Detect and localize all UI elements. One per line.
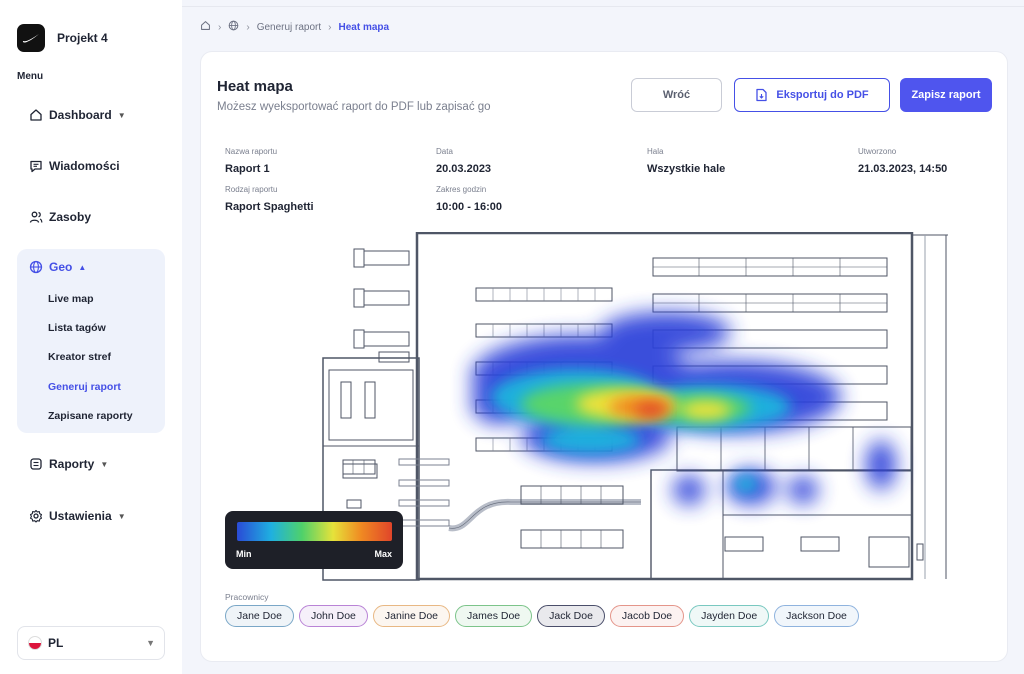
nav-settings-label: Ustawienia [49,509,112,523]
worker-chip[interactable]: John Doe [298,605,368,627]
chevron-up-icon: ▲ [78,262,87,272]
menu-label: Menu [17,71,44,82]
breadcrumb-current: Heat mapa [338,21,390,33]
chevron-down-icon: ▼ [146,638,155,648]
users-icon [29,210,43,224]
page-subtitle: Możesz wyeksportować raport do PDF lub z… [217,101,491,113]
globe-icon[interactable] [228,20,239,34]
floor-plan-heatmap [322,232,948,581]
chevron-down-icon: ▼ [100,459,109,469]
project-name: Projekt 4 [57,31,108,45]
worker-chip[interactable]: Jackson Doe [774,605,859,627]
hall-value: Wszystkie hale [647,163,726,175]
poland-flag-icon [28,636,42,650]
report-icon [29,457,43,471]
brand-logo-icon [17,24,45,52]
nav-reports[interactable]: Raporty ▼ [17,450,165,478]
report-card: Heat mapa Możesz wyeksportować raport do… [200,51,1008,662]
chevron-down-icon: ▼ [117,511,126,521]
worker-chip[interactable]: James Doe [455,605,533,627]
nav-geo[interactable]: Geo ▲ [29,260,86,274]
home-icon [29,108,43,122]
home-icon[interactable] [200,20,211,34]
created-label: Utworzono [858,147,897,156]
nav-geo-generate-report[interactable]: Generuj raport [48,381,121,393]
nav-dashboard-label: Dashboard [49,108,112,122]
nav-messages-label: Wiadomości [49,159,120,173]
nav-geo-live-map[interactable]: Live map [48,293,94,305]
sidebar: Projekt 4 Menu Dashboard ▼ Wiadomości Za… [0,0,182,674]
export-pdf-button[interactable]: Eksportuj do PDF [734,78,890,112]
nav-settings[interactable]: Ustawienia ▼ [17,502,165,530]
chevron-right-icon: › [218,21,222,33]
report-type-value: Raport Spaghetti [225,201,314,213]
nav-resources-label: Zasoby [49,210,92,224]
legend-gradient [237,522,392,541]
brand[interactable]: Projekt 4 [17,24,108,52]
nav-geo-tag-list[interactable]: Lista tagów [48,322,106,334]
hall-label: Hala [647,147,664,156]
breadcrumb: › › Generuj raport › Heat mapa [200,20,389,34]
worker-chips: Jane Doe John Doe Janine Doe James Doe J… [225,605,864,627]
date-value: 20.03.2023 [436,163,492,175]
nav-reports-label: Raporty [49,457,95,471]
worker-chip[interactable]: Jane Doe [225,605,294,627]
report-type-label: Rodzaj raportu [225,185,278,194]
nav-geo-saved-reports[interactable]: Zapisane raporty [48,410,133,422]
conveyor [398,458,641,532]
main-area: › › Generuj raport › Heat mapa Heat mapa… [182,0,1024,674]
date-label: Data [436,147,453,156]
save-report-button[interactable]: Zapisz raport [900,78,992,112]
nav-dashboard[interactable]: Dashboard ▼ [17,101,165,129]
created-value: 21.03.2023, 14:50 [858,163,948,175]
heat-overlay [471,312,896,505]
truck-docks [353,248,410,349]
nav-geo-zone-creator[interactable]: Kreator stref [48,351,111,363]
chevron-down-icon: ▼ [117,110,126,120]
nav-resources[interactable]: Zasoby [17,203,165,231]
top-divider [182,6,1024,7]
hours-value: 10:00 - 16:00 [436,201,503,213]
worker-chip[interactable]: Jayden Doe [689,605,770,627]
heatmap-legend: Min Max [225,511,403,569]
nav-messages[interactable]: Wiadomości [17,152,165,180]
legend-max: Max [374,549,392,559]
globe-icon [29,260,43,274]
language-code: PL [48,636,64,650]
chevron-right-icon: › [328,21,332,33]
report-name-label: Nazwa raportu [225,147,278,156]
worker-chip[interactable]: Jack Doe [537,605,605,627]
pdf-file-icon [755,88,768,102]
worker-chip[interactable]: Janine Doe [372,605,451,627]
language-select[interactable]: PL ▼ [17,626,165,660]
nav-geo-label: Geo [49,260,73,274]
workers-label: Pracownicy [225,592,269,602]
export-pdf-label: Eksportuj do PDF [776,89,869,101]
page-title: Heat mapa [217,78,293,95]
gear-icon [29,509,43,523]
back-button[interactable]: Wróć [631,78,722,112]
worker-chip[interactable]: Jacob Doe [609,605,685,627]
hours-label: Zakres godzin [436,185,487,194]
chevron-right-icon: › [246,21,250,33]
legend-min: Min [236,549,252,559]
report-name-value: Raport 1 [225,163,270,175]
breadcrumb-generate-report[interactable]: Generuj raport [257,22,321,33]
message-icon [29,159,43,173]
nav-geo-group: Geo ▲ Live map Lista tagów Kreator stref… [17,249,165,433]
